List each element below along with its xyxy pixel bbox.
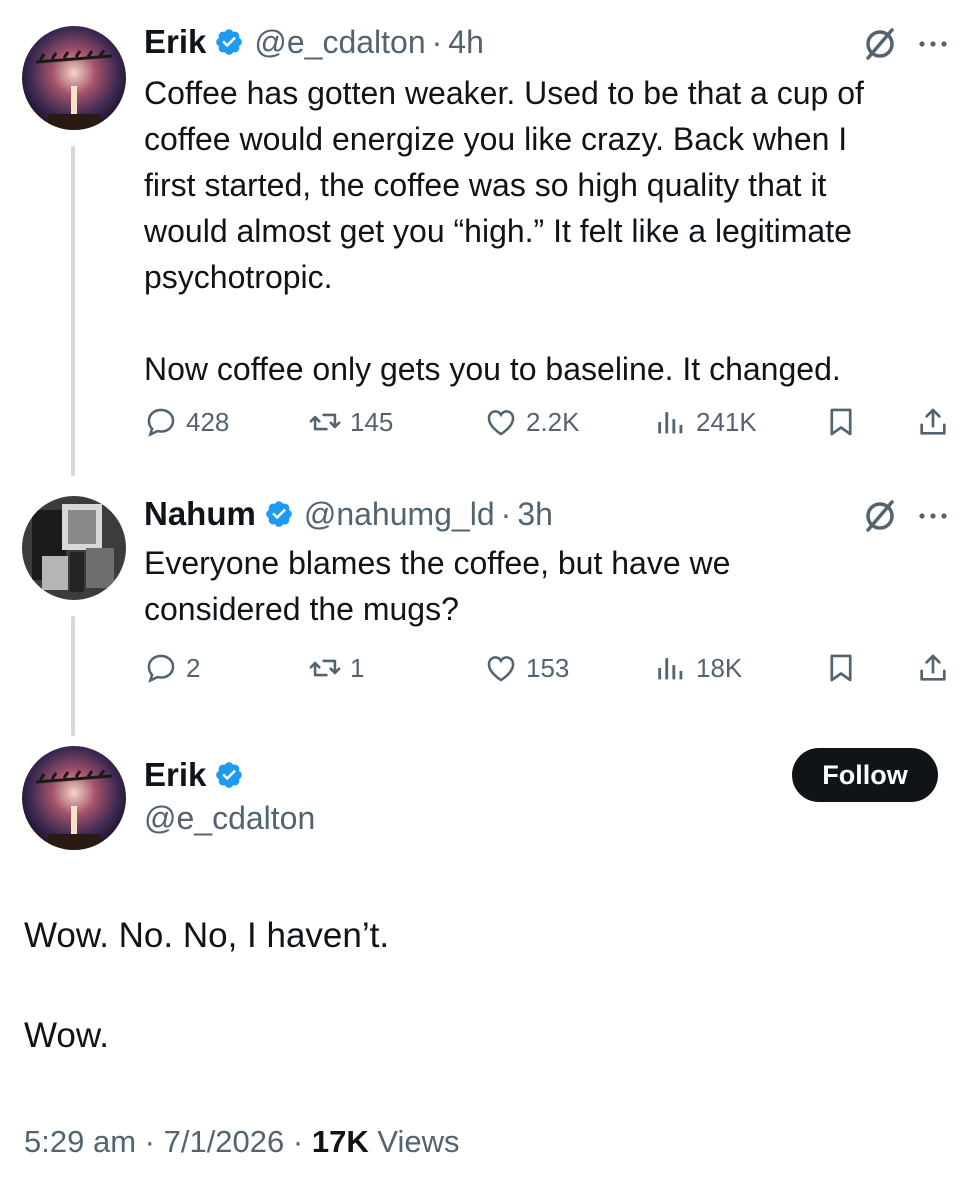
tweet-line: Everyone blames the coffee, but have we: [144, 545, 731, 581]
thread-line: [71, 146, 75, 476]
views-icon: [658, 412, 683, 434]
tweet-meta: 5:29 am · 7/1/2026 · 17K Views: [24, 1124, 459, 1160]
author-name[interactable]: Nahum: [144, 495, 256, 533]
bookmark-button[interactable]: [824, 402, 858, 442]
views-icon: [658, 658, 683, 680]
separator: ·: [144, 1124, 155, 1159]
thread-line: [71, 616, 75, 736]
follow-button[interactable]: Follow: [792, 748, 938, 802]
repost-button[interactable]: 1: [308, 648, 364, 688]
bookmark-icon: [830, 408, 852, 436]
avatar[interactable]: [22, 746, 126, 850]
more-icon[interactable]: [918, 511, 948, 521]
view-count: 241K: [696, 406, 757, 437]
tweet-line: Coffee has gotten weaker. Used to be tha…: [144, 75, 864, 111]
verified-badge-icon: [216, 762, 243, 788]
views-button[interactable]: 18K: [654, 648, 742, 688]
views-count: 17K: [311, 1124, 369, 1159]
author-handle[interactable]: @e_cdalton: [144, 800, 315, 837]
reply-count: 2: [186, 652, 201, 683]
tweet-line: first started, the coffee was so high qu…: [144, 167, 827, 203]
like-button[interactable]: 153: [484, 648, 569, 688]
author-handle[interactable]: @nahumg_ld: [304, 496, 495, 533]
like-count: 2.2K: [526, 406, 580, 437]
tweet-time[interactable]: 4h: [448, 24, 484, 61]
views-button[interactable]: 241K: [654, 402, 757, 442]
main-author: Erik: [144, 752, 244, 798]
tweet-line: considered the mugs?: [144, 591, 459, 627]
tweet-text: Coffee has gotten weaker. Used to be tha…: [144, 70, 956, 392]
repost-icon: [309, 659, 341, 677]
tweet-line: coffee would energize you like crazy. Ba…: [144, 121, 848, 157]
repost-count: 1: [350, 652, 365, 683]
bookmark-icon: [830, 654, 852, 682]
verified-badge-icon: [216, 29, 243, 55]
heart-icon: [487, 656, 515, 682]
tweet-line: psychotropic.: [144, 259, 333, 295]
tweet-line: would almost get you “high.” It felt lik…: [144, 213, 852, 249]
like-count: 153: [526, 652, 570, 683]
reply-button[interactable]: 428: [144, 402, 229, 442]
reply-icon: [147, 408, 175, 437]
grok-icon[interactable]: [860, 24, 900, 64]
tweet-text: Wow. No. No, I haven’t. Wow.: [24, 914, 954, 1058]
tweet-header: Nahum @nahumg_ld · 3h: [144, 492, 553, 536]
more-icon[interactable]: [918, 39, 948, 49]
author-handle[interactable]: @e_cdalton: [254, 24, 425, 61]
avatar[interactable]: [22, 496, 126, 600]
grok-icon[interactable]: [860, 496, 900, 536]
author-name[interactable]: Erik: [144, 756, 206, 794]
share-icon: [920, 654, 946, 681]
avatar[interactable]: [22, 26, 126, 130]
repost-count: 145: [350, 406, 394, 437]
heart-icon: [487, 410, 515, 436]
reply-count: 428: [186, 406, 230, 437]
tweet-actions: 428 145 2.2K 241K: [144, 402, 956, 442]
tweet-line: Now coffee only gets you to baseline. It…: [144, 351, 841, 387]
views-label: Views: [377, 1124, 460, 1159]
tweet-date[interactable]: 7/1/2026: [164, 1124, 285, 1159]
reply-button[interactable]: 2: [144, 648, 200, 688]
tweet-timestamp[interactable]: 5:29 am: [24, 1124, 136, 1159]
bookmark-button[interactable]: [824, 648, 858, 688]
like-button[interactable]: 2.2K: [484, 402, 580, 442]
share-icon: [920, 408, 946, 435]
reply-icon: [147, 654, 175, 683]
repost-button[interactable]: 145: [308, 402, 393, 442]
tweet-time[interactable]: 3h: [517, 496, 553, 533]
verified-badge-icon: [266, 501, 292, 527]
repost-icon: [309, 413, 341, 431]
tweet-header: Erik @e_cdalton · 4h: [144, 20, 484, 64]
share-button[interactable]: [916, 648, 950, 688]
tweet-text: Everyone blames the coffee, but have we …: [144, 540, 956, 632]
tweet-actions: 2 1 153 18K: [144, 648, 956, 688]
tweet-line: Wow. No. No, I haven’t.: [24, 916, 390, 955]
separator: ·: [500, 495, 512, 532]
separator: ·: [292, 1124, 304, 1159]
tweet-line: Wow.: [24, 1016, 109, 1055]
share-button[interactable]: [916, 402, 950, 442]
view-count: 18K: [696, 652, 743, 683]
separator: ·: [431, 23, 443, 60]
author-name[interactable]: Erik: [144, 23, 206, 61]
